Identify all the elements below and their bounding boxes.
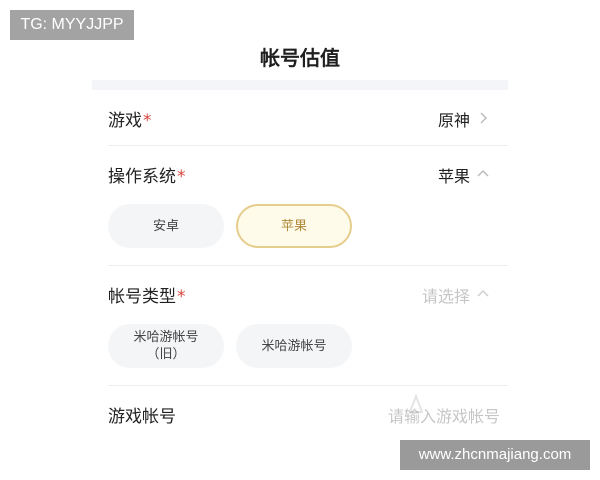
game-value: 原神 <box>437 111 470 130</box>
page-title: 帐号估值 <box>260 46 340 70</box>
game-label: 游戏* <box>108 111 152 131</box>
faint-logo-icon <box>404 392 428 416</box>
required-mark: * <box>143 111 152 131</box>
os-option-ios[interactable]: 苹果 <box>236 204 352 248</box>
os-option-android[interactable]: 安卓 <box>108 204 224 248</box>
divider <box>108 385 508 386</box>
game-account-row[interactable]: 游戏帐号 请输入游戏帐号 <box>108 398 508 428</box>
divider <box>108 145 508 146</box>
account-type-option-mihoyo[interactable]: 米哈游帐号 <box>236 324 352 368</box>
required-mark: * <box>177 287 186 307</box>
account-type-option-mihoyo-old[interactable]: 米哈游帐号（旧） <box>108 324 224 368</box>
header-divider <box>92 80 508 90</box>
os-row[interactable]: 操作系统* 苹果 <box>108 158 508 188</box>
watermark-bottom-right: www.zhcnmajiang.com <box>400 440 590 470</box>
required-mark: * <box>177 167 186 187</box>
account-type-label: 帐号类型* <box>108 287 186 307</box>
chevron-up-icon <box>476 287 490 301</box>
account-type-row[interactable]: 帐号类型* 请选择 <box>108 278 508 308</box>
os-value: 苹果 <box>437 167 470 186</box>
game-account-label: 游戏帐号 <box>108 407 176 427</box>
game-row[interactable]: 游戏* 原神 <box>108 102 508 132</box>
chevron-up-icon <box>476 167 490 181</box>
chevron-right-icon <box>476 111 490 125</box>
os-label: 操作系统* <box>108 167 186 187</box>
divider <box>108 265 508 266</box>
watermark-top-left: TG: MYYJJPP <box>10 10 134 40</box>
account-type-placeholder: 请选择 <box>421 287 470 306</box>
